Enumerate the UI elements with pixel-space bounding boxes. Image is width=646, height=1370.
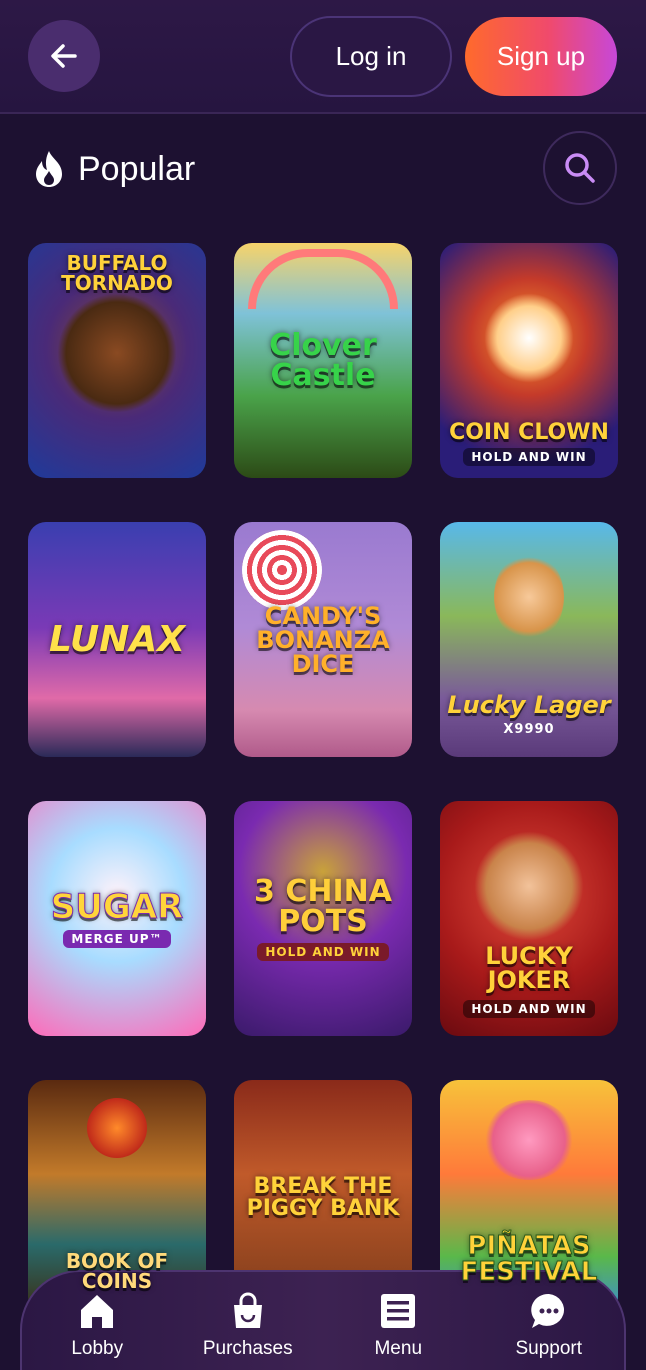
- nav-label: Menu: [374, 1338, 423, 1359]
- game-tile[interactable]: LunaX: [28, 522, 206, 757]
- nav-lobby[interactable]: Lobby: [32, 1290, 162, 1360]
- signup-button[interactable]: Sign up: [465, 17, 617, 96]
- nav-menu[interactable]: Menu: [333, 1290, 463, 1360]
- game-title: Piñatas Festival: [460, 1231, 598, 1287]
- game-title: Coin Clown: [449, 420, 609, 445]
- game-art: [484, 1100, 574, 1180]
- top-bar: Log in Sign up: [0, 0, 646, 114]
- nav-label: Support: [515, 1338, 583, 1359]
- nav-label: Lobby: [71, 1338, 124, 1359]
- game-art: [57, 293, 177, 413]
- game-tile[interactable]: Clover Castle: [234, 243, 412, 478]
- search-button[interactable]: [543, 131, 617, 205]
- game-art: [248, 249, 398, 309]
- nav-label: Purchases: [202, 1338, 293, 1359]
- fire-icon: [30, 149, 68, 189]
- game-tile[interactable]: Piñatas Festival: [440, 1080, 618, 1315]
- chat-icon: [528, 1290, 570, 1332]
- search-icon: [565, 153, 595, 183]
- game-title: Break the Piggy Bank: [246, 1173, 400, 1221]
- game-tile[interactable]: Sugar Merge Up™: [28, 801, 206, 1036]
- game-art: [474, 831, 584, 941]
- login-button[interactable]: Log in: [290, 16, 452, 97]
- game-subtitle: HOLD AND WIN: [257, 942, 389, 961]
- back-button[interactable]: [28, 20, 100, 92]
- game-art: [87, 1098, 147, 1158]
- game-title: LunaX: [49, 618, 185, 660]
- game-title: 3 China Pots: [254, 873, 392, 939]
- game-title: Buffalo Tornado: [61, 251, 173, 295]
- game-title: Sugar: [50, 886, 184, 927]
- game-subtitle: HOLD AND WIN: [463, 1000, 595, 1018]
- game-art: [484, 293, 574, 383]
- game-title: Lucky Lager: [447, 691, 611, 719]
- game-grid: Buffalo Tornado Clover Castle Coin Clown…: [28, 243, 618, 1315]
- menu-icon: [377, 1290, 419, 1332]
- game-tile[interactable]: Lucky Joker HOLD AND WIN: [440, 801, 618, 1036]
- nav-purchases[interactable]: Purchases: [183, 1290, 313, 1360]
- game-tile[interactable]: 3 China Pots HOLD AND WIN: [234, 801, 412, 1036]
- game-tile[interactable]: Coin Clown HOLD AND WIN: [440, 243, 618, 478]
- game-title: Clover Castle: [269, 327, 377, 393]
- game-tile[interactable]: Book of Coins: [28, 1080, 206, 1315]
- game-tile[interactable]: Lucky Lager X9990: [440, 522, 618, 757]
- game-tile[interactable]: Buffalo Tornado: [28, 243, 206, 478]
- nav-support[interactable]: Support: [484, 1290, 614, 1360]
- game-art: [494, 552, 564, 642]
- home-icon: [76, 1290, 118, 1332]
- game-subtitle: Merge Up™: [63, 929, 171, 948]
- game-title: Book of Coins: [65, 1249, 169, 1293]
- game-subtitle: X9990: [503, 722, 555, 737]
- game-art: [242, 530, 322, 610]
- section-title: Popular: [78, 149, 196, 188]
- arrow-left-icon: [51, 44, 77, 68]
- game-subtitle: HOLD AND WIN: [463, 448, 595, 466]
- section-heading: Popular: [30, 146, 195, 192]
- game-tile[interactable]: Candy's Bonanza Dice: [234, 522, 412, 757]
- shopping-bag-icon: [227, 1290, 269, 1332]
- game-title: Candy's Bonanza Dice: [256, 601, 390, 678]
- game-title: Lucky Joker: [485, 942, 573, 994]
- page: Log in Sign up Popular Buffalo Tornado C…: [0, 0, 646, 1370]
